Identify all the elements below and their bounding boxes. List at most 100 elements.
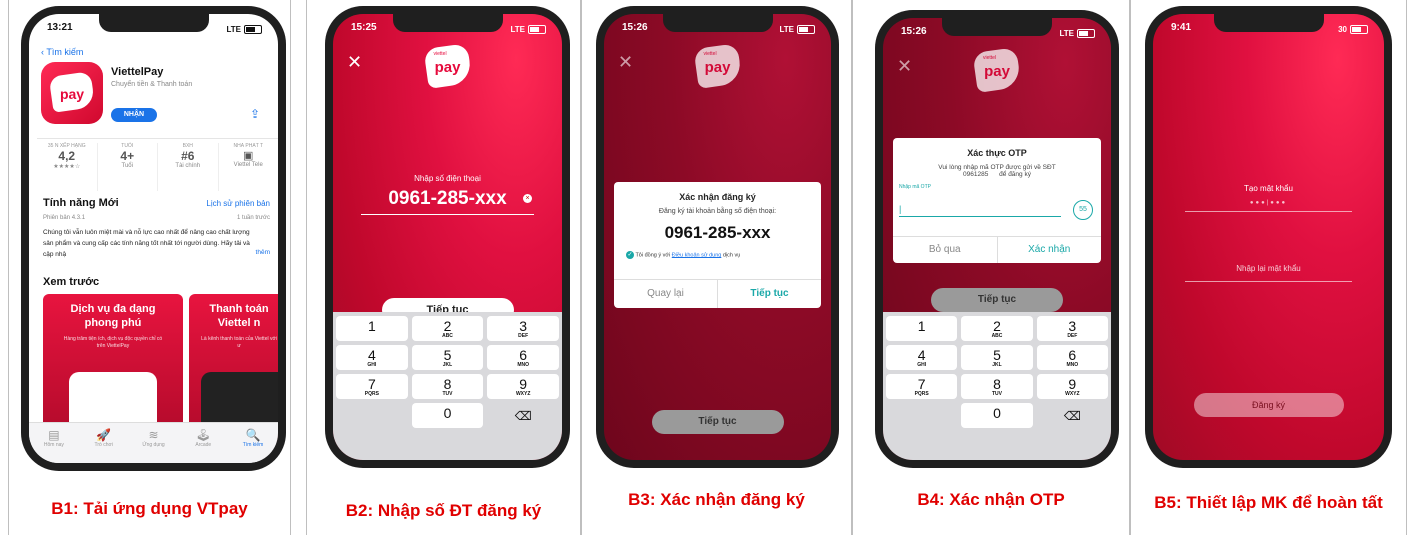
stat-value: #6 (181, 149, 195, 163)
key-1[interactable]: 1 (336, 316, 408, 341)
logo-text: pay (984, 63, 1010, 80)
key-0[interactable]: 0 (411, 403, 484, 428)
key-3[interactable]: 3 DEF (1036, 316, 1108, 341)
status-bar: 15:26 LTE (622, 22, 815, 36)
close-icon[interactable]: ✕ (618, 52, 633, 73)
key-2[interactable]: 2 ABC (411, 316, 484, 341)
viettelpay-logo: viettel pay (692, 43, 743, 89)
share-icon[interactable]: ⇪ (250, 107, 260, 121)
otp-dialog: Xác thực OTP Vui lòng nhập mã OTP được g… (893, 138, 1101, 263)
key-4[interactable]: 4 GHI (886, 345, 958, 370)
tab-apps[interactable]: ≋ Ứng dụng (129, 423, 179, 463)
step-caption: B3: Xác nhận đăng ký (628, 490, 805, 509)
logo-text: pay (434, 59, 461, 76)
app-subtitle: Chuyển tiền & Thanh toán (111, 81, 193, 88)
key-6[interactable]: 6 MNO (487, 345, 560, 370)
more-link[interactable]: thêm (256, 249, 270, 256)
stats-row: 35 N XẾP HẠNG 4,2 ★★★★☆ TUỔI 4+ Tuổi BXH… (37, 138, 278, 191)
preview-title: Xem trước (43, 276, 100, 288)
key-7[interactable]: 7 PQRS (886, 374, 958, 399)
clear-icon[interactable]: × (523, 194, 532, 203)
register-button[interactable]: Đăng ký (1193, 393, 1344, 417)
key-digit: 1 (367, 318, 376, 334)
dialog-title: Xác nhận đăng ký (679, 192, 756, 202)
stat-sub: Tuổi (121, 163, 133, 169)
key-0[interactable]: 0 (961, 403, 1033, 428)
tab-arcade[interactable]: 🕹 Arcade (178, 423, 228, 463)
key-letters: ABC (442, 333, 453, 339)
status-time: 15:26 (622, 22, 648, 33)
key-digit: 7 (917, 376, 926, 392)
preview-card-title: Thanh toán Viettel n (209, 303, 269, 329)
key-7[interactable]: 7 PQRS (336, 374, 408, 399)
key-5[interactable]: 5 JKL (411, 345, 484, 370)
key-letters: DEF (1067, 333, 1078, 339)
app-icon-text: pay (59, 86, 85, 102)
phone-frame: 15:26 LTE ✕ viettel pay Xác thực OTP Vui… (875, 10, 1119, 468)
otp-screen: 15:26 LTE ✕ viettel pay Xác thực OTP Vui… (883, 18, 1111, 460)
terms-row[interactable]: ✓ Tôi đồng ý với Điều khoản sử dụng dịch… (614, 251, 821, 259)
tab-today[interactable]: ▤ Hôm nay (29, 423, 79, 463)
version-history-link[interactable]: Lịch sử phiên bản (206, 199, 270, 208)
key-letters: JKL (992, 362, 1002, 368)
dialog-title: Xác thực OTP (967, 148, 1027, 158)
backspace-icon[interactable]: ⌫ (1037, 403, 1108, 428)
app-icon[interactable]: pay (41, 62, 103, 124)
key-8[interactable]: 8 TUV (411, 374, 484, 399)
key-digit: 6 (519, 347, 528, 363)
preview-card-title: Dịch vụ đa dạng phong phú (70, 303, 156, 329)
key-9[interactable]: 9 WXYZ (487, 374, 560, 399)
continue-button[interactable]: Tiếp tục (651, 410, 784, 434)
key-5[interactable]: 5 JKL (961, 345, 1033, 370)
back-link[interactable]: ‹ Tìm kiếm (41, 47, 83, 57)
battery-icon (797, 24, 815, 34)
terms-link[interactable]: Điều khoản sử dụng (672, 252, 722, 258)
key-3[interactable]: 3 DEF (487, 316, 560, 341)
status-bar: 15:26 LTE (901, 26, 1095, 40)
key-digit: 7 (367, 376, 376, 392)
key-digit: 0 (993, 405, 1001, 421)
preview-card[interactable]: Thanh toán Viettel n Là kênh thanh toán … (189, 294, 278, 442)
key-letters: PQRS (364, 391, 379, 397)
key-letters: JKL (442, 362, 453, 368)
logo-small-text: viettel (983, 55, 997, 61)
developer-icon: ▣ (243, 150, 254, 162)
otp-input[interactable]: | (899, 204, 1061, 217)
get-button[interactable]: NHẬN (111, 108, 157, 122)
tab-games[interactable]: 🚀 Trò chơi (79, 423, 129, 463)
key-9[interactable]: 9 WXYZ (1036, 374, 1108, 399)
dialog-footer: Bỏ qua Xác nhận (893, 236, 1101, 263)
set-password-screen: 9:41 30 Tạo mật khẩu ●●●|●●● Nhập lại mậ… (1153, 14, 1384, 460)
key-letters: TUV (991, 391, 1002, 397)
key-1[interactable]: 1 (886, 316, 958, 341)
backspace-icon[interactable]: ⌫ (487, 403, 559, 428)
key-8[interactable]: 8 TUV (961, 374, 1033, 399)
confirm-dialog: Xác nhận đăng ký Đăng ký tài khoản bằng … (614, 182, 821, 308)
key-digit: ⌫ (1063, 409, 1081, 423)
key-2[interactable]: 2 ABC (961, 316, 1033, 341)
close-icon[interactable]: ✕ (347, 52, 362, 73)
battery-icon (528, 24, 546, 34)
checkbox-checked-icon[interactable]: ✓ (626, 251, 634, 259)
key-letters: MNO (1066, 362, 1079, 368)
password-field[interactable]: ●●●|●●● (1185, 200, 1352, 212)
tab-search[interactable]: 🔍 Tìm kiếm (228, 423, 278, 463)
stat-value: 4,2 (58, 149, 76, 163)
phone-field[interactable]: 0961-285-xxx (361, 188, 534, 215)
network-label: LTE (1059, 28, 1074, 38)
skip-button[interactable]: Bỏ qua (893, 237, 997, 263)
confirm-button[interactable]: Xác nhận (996, 237, 1102, 263)
terms-suffix: dịch vụ (722, 252, 741, 259)
close-icon[interactable]: ✕ (897, 56, 912, 77)
key-6[interactable]: 6 MNO (1036, 345, 1108, 370)
preview-card[interactable]: Dịch vụ đa dạng phong phú Hàng trăm tiện… (43, 294, 183, 442)
step-caption: B5: Thiết lập MK để hoàn tất (1154, 493, 1383, 512)
confirm-continue-button[interactable]: Tiếp tục (717, 280, 821, 308)
otp-timer: 55 (1073, 200, 1093, 220)
logo-small-text: viettel (703, 51, 717, 57)
back-button[interactable]: Quay lại (614, 280, 717, 308)
key-4[interactable]: 4 GHI (336, 345, 408, 370)
continue-button[interactable]: Tiếp tục (931, 288, 1063, 312)
confirm-password-field[interactable]: Nhập lại mật khẩu (1185, 258, 1352, 282)
viettelpay-logo: viettel pay (422, 43, 473, 89)
